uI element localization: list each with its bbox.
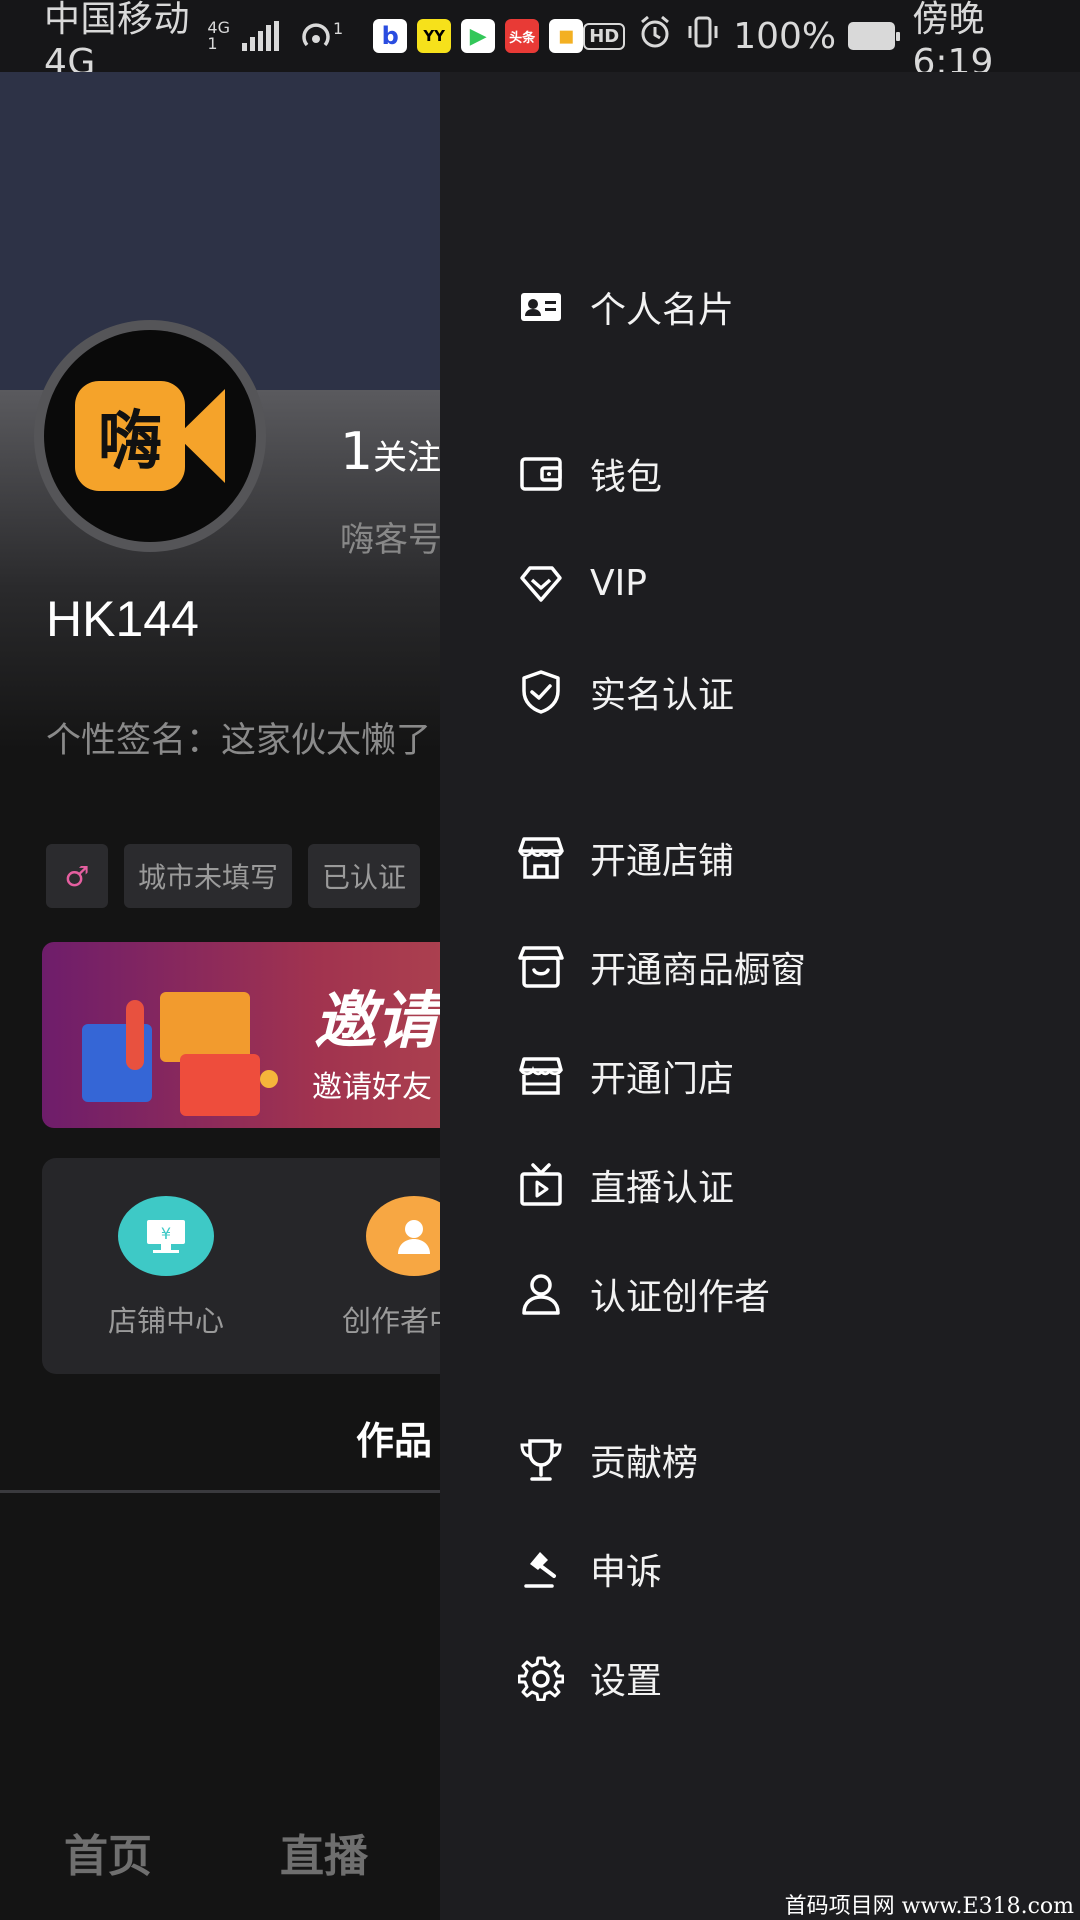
- tab-works[interactable]: 作品: [356, 1410, 432, 1465]
- showcase-icon: [518, 946, 564, 988]
- user-icon: [522, 1274, 560, 1315]
- menu-label: 认证创作者: [590, 1277, 771, 1318]
- banner-title: 邀请: [314, 984, 439, 1057]
- menu-item-wallet[interactable]: 钱包: [518, 439, 662, 509]
- menu-item-creator-cert[interactable]: 认证创作者: [518, 1259, 770, 1329]
- menu-item-appeal[interactable]: 申诉: [518, 1534, 662, 1604]
- trophy-icon: [520, 1439, 562, 1481]
- notification-app-icons: b YY ▶ 头条 ▪: [373, 19, 584, 53]
- signature: 个性签名：这家伙太懒了: [46, 721, 432, 761]
- menu-item-real-name[interactable]: 实名认证: [518, 657, 734, 727]
- store-app-icon: ▪: [549, 19, 584, 53]
- menu-item-vip[interactable]: VIP: [518, 548, 647, 618]
- shield-check-icon: [522, 670, 560, 714]
- menu-label: 钱包: [590, 457, 663, 498]
- network-type: 4G 1: [207, 18, 230, 53]
- menu-label: 开通门店: [590, 1059, 735, 1100]
- battery-icon: [848, 22, 900, 50]
- quick-entries: ¥ 店铺中心 创作者中: [42, 1158, 440, 1374]
- avatar[interactable]: 嗨: [34, 320, 266, 552]
- status-bar: 中国移动4G 4G 1 1 b YY ▶ 头条 ▪ HD 100% 傍晚6:19: [0, 0, 1080, 83]
- store-front-icon: [519, 1057, 563, 1095]
- menu-label: 申诉: [590, 1552, 663, 1593]
- tab-divider: [0, 1490, 440, 1493]
- menu-label: 开通商品橱窗: [590, 950, 807, 991]
- shop-center-icon: ¥: [118, 1196, 214, 1276]
- carrier-label: 中国移动4G: [44, 0, 191, 83]
- vibrate-icon: [685, 14, 721, 59]
- profile-tags: ♂ 城市未填写 已认证: [46, 844, 421, 908]
- menu-item-live-cert[interactable]: 直播认证: [518, 1150, 734, 1220]
- menu-label: 开通店铺: [590, 841, 735, 882]
- signal-icon: [242, 21, 279, 51]
- username: HK144: [46, 591, 199, 647]
- menu-label: 实名认证: [590, 675, 735, 716]
- side-drawer: 个人名片 钱包 VIP 实名认证 开通店铺 开通商品橱窗 开通门店 直播认证 认…: [440, 72, 1080, 1920]
- menu-label: 直播认证: [590, 1168, 735, 1209]
- verified-tag: 已认证: [308, 844, 421, 908]
- shop-icon: [518, 837, 564, 879]
- clock: 傍晚6:19: [912, 0, 994, 83]
- creator-center-icon: [366, 1196, 440, 1276]
- menu-item-store[interactable]: 开通门店: [518, 1041, 734, 1111]
- creator-center-label: 创作者中: [342, 1304, 440, 1338]
- gavel-icon: [524, 1552, 556, 1588]
- gender-tag: ♂: [46, 844, 108, 908]
- menu-label: 贡献榜: [590, 1443, 699, 1484]
- menu-label: 设置: [590, 1661, 663, 1702]
- menu-item-showcase[interactable]: 开通商品橱窗: [518, 932, 806, 1002]
- nav-home[interactable]: 首页: [64, 1820, 152, 1884]
- baidu-app-icon: b: [373, 19, 408, 53]
- svg-text:¥: ¥: [161, 1224, 171, 1243]
- gear-icon: [518, 1656, 564, 1701]
- menu-label: 个人名片: [590, 290, 735, 331]
- nav-live[interactable]: 直播: [280, 1820, 368, 1884]
- follow-count[interactable]: 1关注: [340, 422, 440, 482]
- shop-center-label: 店铺中心: [108, 1304, 225, 1338]
- hd-icon: HD: [583, 22, 626, 50]
- toutiao-app-icon: 头条: [505, 19, 540, 53]
- banner-subtitle: 邀请好友: [312, 1070, 432, 1105]
- hotspot-icon: 1: [299, 19, 343, 53]
- menu-item-settings[interactable]: 设置: [518, 1643, 662, 1713]
- tv-live-icon: [520, 1163, 562, 1206]
- account-id-label: 嗨客号: [340, 520, 440, 560]
- battery-percent: 100%: [733, 15, 837, 57]
- wallet-icon: [520, 457, 562, 491]
- menu-item-contribution[interactable]: 贡献榜: [518, 1425, 698, 1495]
- invite-banner[interactable]: 邀请 邀请好友: [42, 942, 440, 1128]
- menu-label: VIP: [590, 562, 647, 604]
- city-tag: 城市未填写: [124, 844, 293, 908]
- alarm-icon: [637, 14, 673, 59]
- video-app-icon: ▶: [461, 19, 496, 53]
- diamond-icon: [520, 566, 562, 602]
- menu-item-business-card[interactable]: 个人名片: [518, 272, 734, 342]
- id-card-icon: [521, 293, 561, 321]
- profile-page: 嗨 1关注 嗨客号 HK144 个性签名：这家伙太懒了 ♂ 城市未填写 已认证 …: [0, 72, 440, 1920]
- yy-app-icon: YY: [417, 19, 452, 53]
- menu-item-open-shop[interactable]: 开通店铺: [518, 823, 734, 893]
- app-logo-icon: 嗨: [75, 381, 225, 491]
- watermark: 首码项目网 www.E318.com: [784, 1888, 1074, 1920]
- profile-cover: [0, 72, 440, 390]
